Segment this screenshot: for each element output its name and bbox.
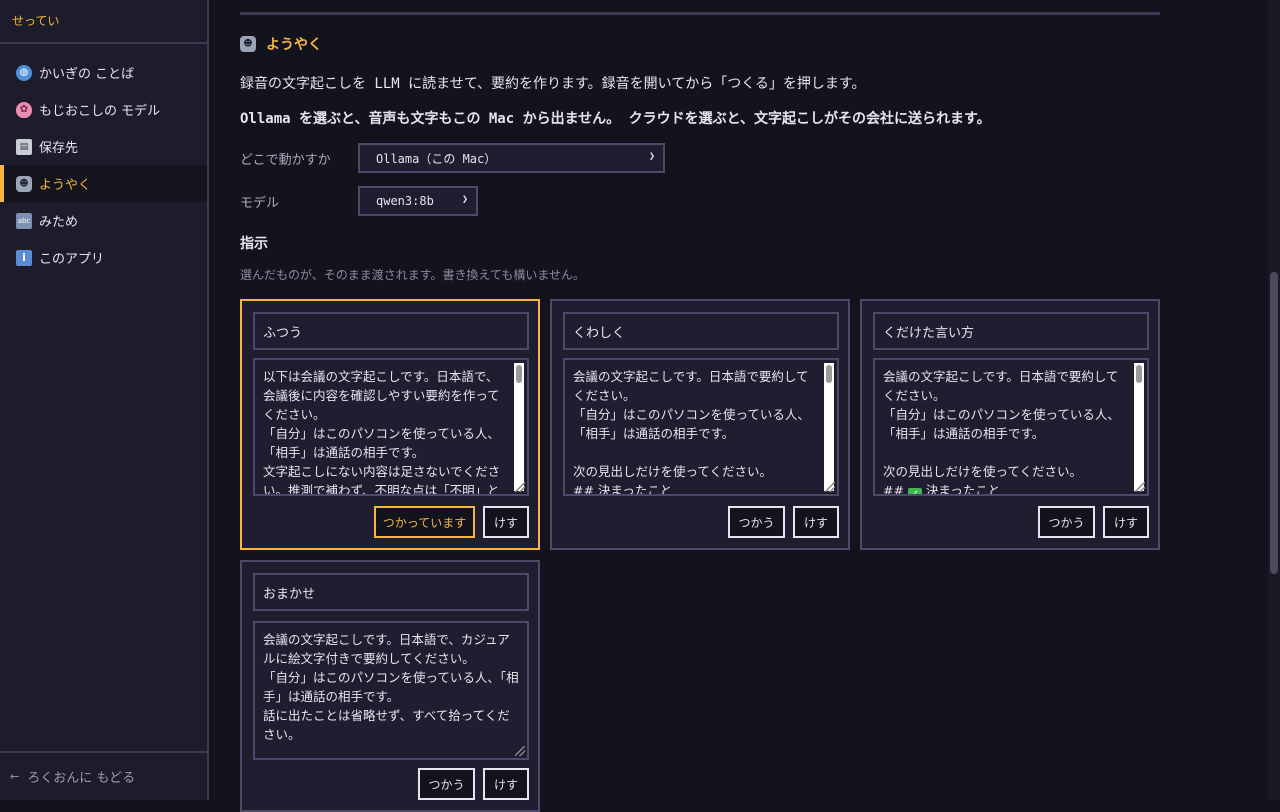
- provider-select[interactable]: Ollama（この Mac） ❯: [358, 143, 665, 173]
- resize-handle-icon[interactable]: [515, 482, 525, 492]
- use-prompt-button[interactable]: つかっています: [374, 506, 475, 538]
- model-select-value: qwen3:8b: [376, 194, 434, 208]
- resize-handle-icon[interactable]: [825, 482, 835, 492]
- use-prompt-button[interactable]: つかう: [728, 506, 785, 538]
- sidebar-item-about[interactable]: i このアプリ: [0, 239, 207, 276]
- sidebar-item-label: ようやく: [39, 178, 92, 193]
- scrollbar-thumb[interactable]: [1136, 365, 1142, 383]
- provider-select-value: Ollama（この Mac）: [376, 151, 497, 166]
- globe-icon: ◍: [16, 64, 32, 81]
- sidebar-item-appearance[interactable]: abc みため: [0, 202, 207, 239]
- use-prompt-button[interactable]: つかう: [1038, 506, 1095, 538]
- prompt-name-input[interactable]: くわしく: [563, 312, 839, 350]
- sidebar-item-label: もじおこしの モデル: [39, 104, 161, 119]
- model-label: モデル: [240, 196, 280, 211]
- back-label: ろくおんに もどる: [27, 771, 136, 786]
- robot-icon: ☻: [16, 175, 32, 192]
- sidebar-item-label: みため: [39, 215, 79, 230]
- sidebar-nav: ◍ かいぎの ことば ✿ もじおこしの モデル ▤ 保存先 ☻ ようやく abc…: [0, 44, 207, 276]
- sidebar-item-summary[interactable]: ☻ ようやく: [0, 165, 207, 202]
- chevron-down-icon: ❯: [648, 151, 655, 162]
- prompt-card-detailed: くわしく 会議の文字起こしです。日本語で要約してください。 「自分」はこのパソコ…: [550, 299, 850, 550]
- model-select[interactable]: qwen3:8b ❯: [358, 186, 478, 216]
- back-to-recording-link[interactable]: ← ろくおんに もどる: [0, 751, 207, 800]
- sidebar-item-label: このアプリ: [39, 252, 105, 267]
- page-scrollbar-thumb[interactable]: [1270, 272, 1278, 574]
- prompt-textarea[interactable]: 以下は会議の文字起こしです。日本語で、会議後に内容を確認しやすい要約を作ってくだ…: [253, 358, 529, 496]
- textarea-scrollbar[interactable]: [514, 363, 524, 491]
- sidebar-title: せってい: [0, 0, 207, 44]
- prompt-card-casual: くだけた言い方 会議の文字起こしです。日本語で要約してください。 「自分」はこの…: [860, 299, 1160, 550]
- instructions-subtext: 選んだものが、そのまま渡されます。書き換えても構いません。: [240, 268, 586, 282]
- prompt-name-input[interactable]: おまかせ: [253, 573, 529, 611]
- resize-handle-icon[interactable]: [515, 746, 525, 756]
- section-description: 録音の文字起こしを LLM に読ませて、要約を作ります。録音を開いてから「つくる…: [240, 76, 866, 92]
- prompt-text: 会議の文字起こしです。日本語で、カジュアルに絵文字付きで要約してください。 「自…: [263, 632, 519, 742]
- arrow-left-icon: ←: [10, 770, 20, 783]
- sidebar: せってい ◍ かいぎの ことば ✿ もじおこしの モデル ▤ 保存先 ☻ ようや…: [0, 0, 209, 800]
- abc-input-icon: abc: [16, 212, 32, 229]
- textarea-scrollbar[interactable]: [824, 363, 834, 491]
- scrollbar-thumb[interactable]: [826, 365, 832, 383]
- check-mark-icon: ✓: [907, 488, 922, 494]
- prompt-text: 以下は会議の文字起こしです。日本語で、会議後に内容を確認しやすい要約を作ってくだ…: [263, 369, 501, 496]
- privacy-note: Ollama を選ぶと、音声も文字もこの Mac から出ません。 クラウドを選ぶ…: [240, 111, 991, 127]
- sidebar-item-transcription-model[interactable]: ✿ もじおこしの モデル: [0, 91, 207, 128]
- sidebar-item-language[interactable]: ◍ かいぎの ことば: [0, 54, 207, 91]
- prompt-name-input[interactable]: ふつう: [253, 312, 529, 350]
- prompt-card-auto: おまかせ 会議の文字起こしです。日本語で、カジュアルに絵文字付きで要約してくださ…: [240, 560, 540, 812]
- sidebar-item-save-location[interactable]: ▤ 保存先: [0, 128, 207, 165]
- prompt-text: 会議の文字起こしです。日本語で要約してください。 「自分」はこのパソコンを使って…: [883, 369, 1120, 496]
- info-icon: i: [16, 249, 32, 266]
- prompt-textarea[interactable]: 会議の文字起こしです。日本語で要約してください。 「自分」はこのパソコンを使って…: [873, 358, 1149, 496]
- robot-icon: ☻: [240, 36, 256, 52]
- page-scrollbar[interactable]: [1268, 0, 1280, 800]
- section-title: ☻ ようやく: [240, 34, 322, 54]
- prompt-text: 会議の文字起こしです。日本語で要約してください。 「自分」はこのパソコンを使って…: [573, 369, 810, 496]
- section-title-text: ようやく: [266, 37, 322, 53]
- provider-label: どこで動かすか: [240, 153, 331, 168]
- brain-icon: ✿: [16, 101, 32, 118]
- prompt-card-standard: ふつう 以下は会議の文字起こしです。日本語で、会議後に内容を確認しやすい要約を作…: [240, 299, 540, 550]
- prompt-textarea[interactable]: 会議の文字起こしです。日本語で要約してください。 「自分」はこのパソコンを使って…: [563, 358, 839, 496]
- prompt-text-tail: 決まったこと: [921, 483, 1001, 496]
- prompt-textarea[interactable]: 会議の文字起こしです。日本語で、カジュアルに絵文字付きで要約してください。 「自…: [253, 621, 529, 760]
- divider: [240, 12, 1160, 15]
- instructions-heading: 指示: [240, 236, 268, 252]
- delete-prompt-button[interactable]: けす: [483, 768, 529, 800]
- delete-prompt-button[interactable]: けす: [1103, 506, 1149, 538]
- delete-prompt-button[interactable]: けす: [793, 506, 839, 538]
- delete-prompt-button[interactable]: けす: [483, 506, 529, 538]
- chevron-down-icon: ❯: [461, 194, 468, 205]
- sidebar-item-label: 保存先: [39, 141, 79, 156]
- textarea-scrollbar[interactable]: [1134, 363, 1144, 491]
- use-prompt-button[interactable]: つかう: [418, 768, 475, 800]
- sidebar-item-label: かいぎの ことば: [39, 67, 135, 82]
- scrollbar-thumb[interactable]: [516, 365, 522, 383]
- resize-handle-icon[interactable]: [1135, 482, 1145, 492]
- prompt-name-input[interactable]: くだけた言い方: [873, 312, 1149, 350]
- floppy-disk-icon: ▤: [16, 138, 32, 155]
